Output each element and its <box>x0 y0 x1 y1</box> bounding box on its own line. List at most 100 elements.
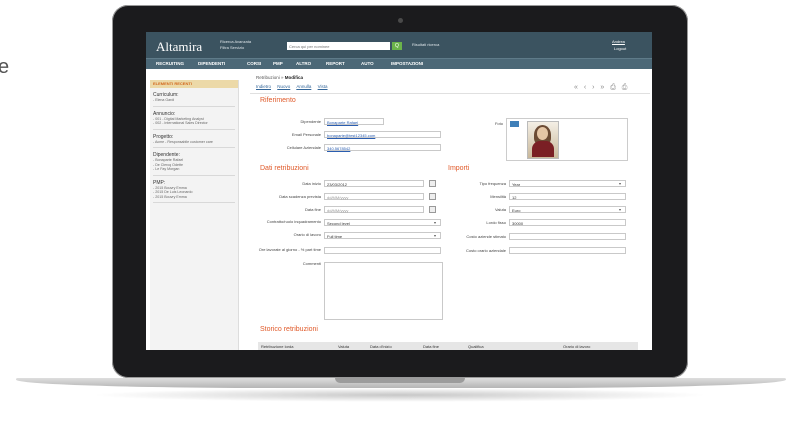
sidebar-section-annuncio: Annuncio: - 001 - Digital Marketing Anal… <box>153 111 235 130</box>
costo-orario-field[interactable] <box>509 247 626 254</box>
divider <box>250 93 650 94</box>
nav-pmp[interactable]: PMP <box>273 61 283 66</box>
nav-dipendenti[interactable]: DIPENDENTI <box>198 61 225 66</box>
sidebar-title: ELEMENTI RECENTI <box>150 80 238 88</box>
mensilita-field[interactable]: 12 <box>509 193 626 200</box>
filter-link[interactable]: Filtra Servizio <box>220 45 251 51</box>
list-item[interactable]: - Acme - Responsabile customer care <box>153 140 235 145</box>
header-bar: Altamira Ricerca Avanzata Filtra Servizi… <box>146 32 652 58</box>
view-button[interactable]: Vista <box>318 84 328 89</box>
lordo-label: Lordo fisso <box>486 220 506 225</box>
lordo-field[interactable]: 30000 <box>509 219 626 226</box>
app-logo: Altamira <box>156 39 203 54</box>
column-header: Orario di lavoro <box>563 344 591 349</box>
data-inizio-label: Data inizio <box>302 181 321 186</box>
section-importi-title: Importi <box>448 165 470 172</box>
back-button[interactable]: Indietro <box>256 84 271 89</box>
costo-stimato-field[interactable] <box>509 233 626 240</box>
orario-label: Orario di lavoro <box>293 232 321 237</box>
sidebar-section-progetto: Progetto: - Acme - Responsabile customer… <box>153 134 235 148</box>
data-fine-label: Data fine <box>304 207 321 212</box>
laptop-shadow <box>90 388 710 402</box>
sidebar-section-curriculum: Curriculum: - Elena Gardi <box>153 92 235 107</box>
search-results-link[interactable]: Risultati ricerca <box>412 42 439 47</box>
recent-items-sidebar: ELEMENTI RECENTI Curriculum: - Elena Gar… <box>150 80 239 350</box>
email-field[interactable]: bonaparte@test12345.com <box>324 131 441 138</box>
body-shape <box>532 141 554 157</box>
breadcrumb-parent[interactable]: Retribuzioni » <box>256 75 284 80</box>
chevron-down-icon: ▾ <box>619 181 622 186</box>
email-label: Email Personale <box>291 132 321 137</box>
image-icon <box>510 121 519 127</box>
face-shape <box>537 127 548 140</box>
column-header: Data d'inizio <box>370 344 392 349</box>
nav-report[interactable]: REPORT <box>326 61 345 66</box>
tipo-select[interactable]: Year <box>509 180 626 187</box>
contratto-label: Contratto/ruolo inquadramento <box>266 219 321 224</box>
data-scadenza-field[interactable]: dd/MM/yyyy <box>324 193 424 200</box>
valuta-label: Valuta <box>494 207 506 212</box>
nav-impostazioni[interactable]: IMPOSTAZIONI <box>391 61 423 66</box>
nav-recruiting[interactable]: RECRUITING <box>156 61 184 66</box>
dipendente-field[interactable]: Bonaparte Rafael <box>324 118 384 125</box>
breadcrumb: Retribuzioni » Modifica <box>256 75 303 80</box>
contratto-select[interactable]: Second level <box>324 219 441 226</box>
section-dati-title: Dati retribuzioni <box>260 165 309 172</box>
cell-field[interactable]: 340.5678542 <box>324 144 441 151</box>
sidebar-section-dipendente: Dipendente: - Bonaparte Rafael - De Cler… <box>153 152 235 176</box>
nav-altro[interactable]: ALTRO <box>296 61 311 66</box>
data-inizio-field[interactable]: 23/03/2012 <box>324 180 424 187</box>
app-screen: Altamira Ricerca Avanzata Filtra Servizi… <box>146 32 652 350</box>
orario-select[interactable]: Full time <box>324 232 441 239</box>
calendar-icon[interactable] <box>429 180 436 187</box>
partial-side-text: e <box>0 56 10 78</box>
column-header: Valuta <box>338 344 350 349</box>
storico-table-header: Retribuzione lorda Valuta Data d'inizio … <box>258 342 638 350</box>
costo-orario-label: Costo orario aziendale <box>465 248 506 253</box>
list-item[interactable]: - Le Fay Morgan <box>153 167 235 172</box>
column-header: Retribuzione lorda <box>261 344 294 349</box>
mensilita-label: Mensilità <box>490 194 506 199</box>
nav-auto[interactable]: AUTO <box>361 61 374 66</box>
sidebar-section-pmp: PMP: - 2015 Bouvry Emma - 2015 De Luis L… <box>153 180 235 203</box>
section-riferimento-title: Riferimento <box>260 97 296 104</box>
calendar-icon[interactable] <box>429 193 436 200</box>
calendar-icon[interactable] <box>429 206 436 213</box>
record-toolbar: Indietro Nuovo Annulla Vista <box>256 84 333 89</box>
camera-icon <box>398 18 403 23</box>
column-header: Qualifica <box>468 344 484 349</box>
commenti-textarea[interactable] <box>324 262 443 320</box>
data-fine-field[interactable]: dd/MM/yyyy <box>324 206 424 213</box>
chevron-down-icon: ▾ <box>619 207 622 212</box>
ore-field[interactable] <box>324 247 441 254</box>
logout-link[interactable]: Logout <box>614 46 626 51</box>
advanced-search-links[interactable]: Ricerca Avanzata Filtra Servizio <box>220 39 251 51</box>
valuta-select[interactable]: Euro <box>509 206 626 213</box>
search-input[interactable] <box>287 42 390 50</box>
main-nav: RECRUITING DIPENDENTI CORSI PMP ALTRO RE… <box>146 58 652 69</box>
search-button[interactable]: Q <box>392 42 402 50</box>
chevron-down-icon: ▾ <box>434 220 437 225</box>
user-link[interactable]: Andrea <box>612 39 625 44</box>
breadcrumb-current: Modifica <box>284 75 304 80</box>
employee-photo <box>527 121 559 159</box>
section-storico-title: Storico retribuzioni <box>260 326 318 333</box>
data-scadenza-label: Data scadenza prevista <box>279 194 321 199</box>
pager-controls[interactable]: « ‹ › » ⎙ ⎙ <box>574 84 629 92</box>
list-item[interactable]: - 2015 Bouvry Emma <box>153 195 235 200</box>
cell-label: Cellulare Aziendale <box>286 145 321 150</box>
photo-box[interactable] <box>506 118 628 161</box>
tipo-label: Tipo frequenza <box>479 181 506 186</box>
foto-label: Foto <box>494 121 503 126</box>
ore-label: Ore lavorate al giorno - % part time <box>258 247 321 252</box>
column-header: Data fine <box>423 344 440 349</box>
dipendente-label: Dipendente <box>300 119 321 124</box>
list-item[interactable]: - 002 - International Sales Director <box>153 121 235 126</box>
nav-corsi[interactable]: CORSI <box>247 61 261 66</box>
cancel-button[interactable]: Annulla <box>296 84 311 89</box>
costo-stimato-label: Costo aziende stimato <box>466 234 506 239</box>
list-item[interactable]: - Elena Gardi <box>153 98 235 103</box>
commenti-label: Commenti <box>302 261 321 266</box>
new-button[interactable]: Nuovo <box>277 84 290 89</box>
laptop-notch <box>335 378 465 383</box>
